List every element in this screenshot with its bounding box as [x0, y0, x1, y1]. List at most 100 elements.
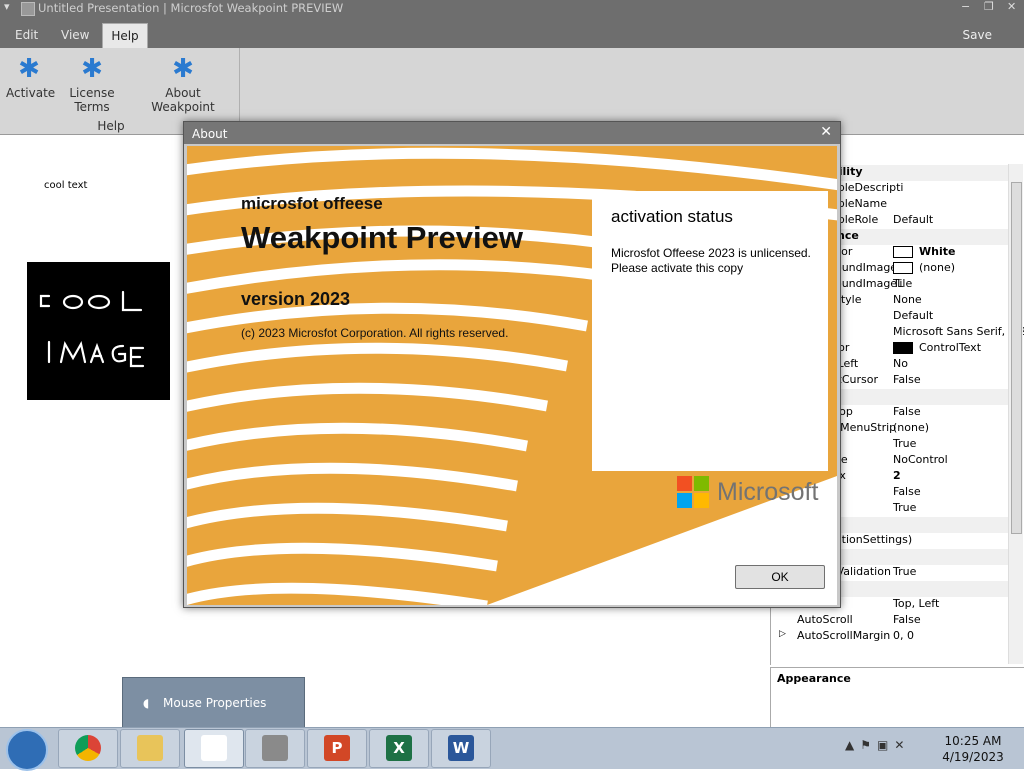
- taskbar-computer-button[interactable]: [245, 729, 305, 768]
- property-value[interactable]: True: [893, 437, 916, 450]
- property-value[interactable]: (none): [893, 261, 955, 274]
- property-value-text: False: [893, 405, 921, 418]
- property-value[interactable]: NoControl: [893, 453, 948, 466]
- property-value-text: Top, Left: [893, 597, 940, 610]
- property-row[interactable]: AutoScroll False: [771, 613, 1009, 629]
- expand-icon[interactable]: ▷: [779, 629, 786, 639]
- powerpoint-icon: P: [324, 735, 350, 761]
- property-value[interactable]: True: [893, 565, 916, 578]
- minimize-icon[interactable]: −: [961, 0, 970, 13]
- property-value-text: False: [893, 485, 921, 498]
- save-button[interactable]: Save: [963, 28, 992, 42]
- color-swatch: [893, 246, 913, 258]
- property-value-text: 2: [893, 469, 901, 482]
- system-tray[interactable]: ▲⚑▣✕: [845, 738, 910, 752]
- property-value-text: Default: [893, 213, 934, 226]
- mouse-icon: [201, 735, 227, 761]
- property-value[interactable]: Tile: [893, 277, 912, 290]
- activate-label: Activate: [6, 86, 56, 100]
- dialog-product: Weakpoint Preview: [241, 220, 523, 255]
- taskbar-chrome-button[interactable]: [58, 729, 118, 768]
- dialog-version: version 2023: [241, 289, 351, 309]
- microsoft-logo: Microsoft: [677, 476, 827, 510]
- property-value[interactable]: No: [893, 357, 908, 370]
- mouse-icon: ◖: [143, 696, 150, 710]
- taskbar-excel-button[interactable]: X: [369, 729, 429, 768]
- description-title: Appearance: [777, 672, 851, 685]
- property-name: AutoScroll: [797, 613, 853, 626]
- tab-help[interactable]: Help: [102, 23, 148, 50]
- dialog-brand: microsfot offeese: [241, 194, 383, 213]
- dialog-close-icon[interactable]: ✕: [820, 124, 832, 140]
- activation-status-panel: activation status Microsfot Offeese 2023…: [592, 191, 828, 471]
- property-value-text: True: [893, 437, 917, 450]
- property-value-text: NoControl: [893, 453, 948, 466]
- restore-icon[interactable]: ❐: [984, 0, 994, 13]
- property-value[interactable]: False: [893, 613, 921, 626]
- puzzle-icon: ✱: [18, 54, 40, 84]
- activation-status-text: Microsfot Offeese 2023 is unlicensed. Pl…: [611, 246, 811, 275]
- property-value[interactable]: (none): [893, 421, 929, 434]
- license-terms-label: License Terms: [69, 86, 115, 114]
- property-value[interactable]: Top, Left: [893, 597, 939, 610]
- color-swatch: [893, 342, 913, 354]
- explorer-icon: [137, 735, 163, 761]
- property-row[interactable]: ▷ AutoScrollMargin 0, 0: [771, 629, 1009, 645]
- window-title-bar: ▾ Untitled Presentation | Microsfot Weak…: [0, 0, 1024, 18]
- property-value[interactable]: None: [893, 293, 922, 306]
- mouse-properties-preview[interactable]: ◖ Mouse Properties: [122, 677, 305, 729]
- taskbar-powerpoint-button[interactable]: P: [307, 729, 367, 768]
- license-terms-button[interactable]: ✱ License Terms: [54, 52, 130, 114]
- chrome-icon: [75, 735, 101, 761]
- property-value-text: Microsoft Sans Serif, 8.2: [893, 325, 1024, 338]
- logo-green-square: [694, 476, 709, 491]
- taskbar-word-button[interactable]: W: [431, 729, 491, 768]
- property-value-text: No: [893, 357, 908, 370]
- taskbar-mouse-button[interactable]: [184, 729, 244, 768]
- slide-text[interactable]: cool text: [44, 180, 87, 191]
- clock[interactable]: 10:25 AM 4/19/2023: [935, 733, 1011, 765]
- property-value-text: None: [893, 293, 922, 306]
- mouse-properties-label: Mouse Properties: [163, 696, 267, 710]
- property-value-text: ControlText: [919, 341, 982, 354]
- property-value[interactable]: Microsoft Sans Serif, 8.2: [893, 325, 1024, 338]
- start-button[interactable]: [6, 729, 48, 771]
- ok-button[interactable]: OK: [735, 565, 825, 589]
- property-value[interactable]: 0, 0: [893, 629, 914, 642]
- activate-button[interactable]: ✱ Activate: [6, 52, 56, 100]
- logo-blue-square: [677, 493, 692, 508]
- ribbon-tab-bar: [0, 18, 1024, 48]
- tab-edit[interactable]: Edit: [9, 25, 44, 45]
- property-value-text: Tile: [893, 277, 913, 290]
- about-weakpoint-label: About Weakpoint: [151, 86, 215, 114]
- property-value[interactable]: Default: [893, 213, 933, 226]
- property-value[interactable]: 2: [893, 469, 901, 482]
- property-value[interactable]: False: [893, 405, 921, 418]
- system-menu-icon[interactable]: ▾: [4, 0, 10, 13]
- clock-date: 4/19/2023: [942, 750, 1004, 764]
- close-icon[interactable]: ✕: [1007, 0, 1016, 13]
- logo-yellow-square: [694, 493, 709, 508]
- property-value-text: False: [893, 373, 921, 386]
- slide-image[interactable]: [27, 262, 170, 400]
- property-value-text: False: [893, 613, 921, 626]
- handwritten-image: [39, 290, 145, 368]
- computer-icon: [262, 735, 288, 761]
- dialog-body: microsfot offeese Weakpoint Preview vers…: [187, 146, 837, 605]
- dialog-copyright: (c) 2023 Microsfot Corporation. All righ…: [241, 326, 509, 340]
- tab-view[interactable]: View: [55, 25, 95, 45]
- about-weakpoint-button[interactable]: ✱ About Weakpoint: [135, 52, 231, 114]
- property-value[interactable]: Default: [893, 309, 933, 322]
- taskbar-explorer-button[interactable]: [120, 729, 180, 768]
- property-value-text: Default: [893, 309, 934, 322]
- excel-icon: X: [386, 735, 412, 761]
- dialog-title: About: [192, 127, 228, 141]
- property-value[interactable]: False: [893, 485, 921, 498]
- scrollbar-thumb[interactable]: [1011, 182, 1022, 534]
- property-value[interactable]: True: [893, 501, 916, 514]
- app-icon: [21, 2, 35, 16]
- property-value[interactable]: False: [893, 373, 921, 386]
- properties-scrollbar[interactable]: [1008, 164, 1023, 664]
- property-value[interactable]: White: [893, 245, 955, 258]
- property-value[interactable]: ControlText: [893, 341, 981, 354]
